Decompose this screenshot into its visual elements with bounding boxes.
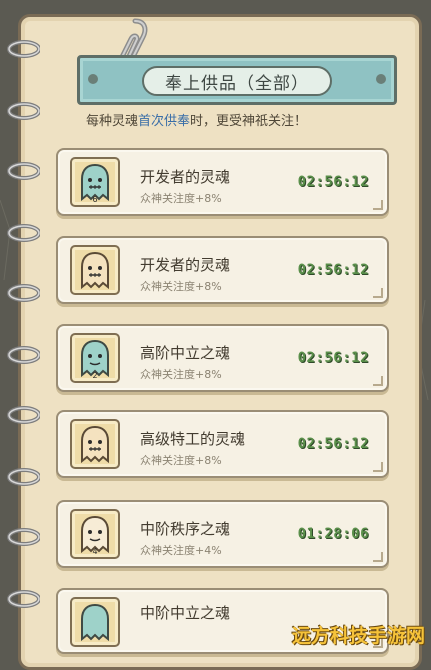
binder-ring-icon [7,346,40,364]
ghost-soul-icon [81,603,109,642]
countdown-timer: 02:56:12 [297,350,369,366]
countdown-timer: 02:56:12 [297,436,369,452]
soul-icon-frame [70,419,120,469]
soul-name: 中阶秩序之魂 [140,520,231,538]
binder-ring-icon [7,528,40,546]
binder-ring-icon [7,224,40,242]
soul-icon-frame: 6 [70,157,120,207]
soul-name: 高阶中立之魂 [140,344,231,362]
binder-ring-icon [7,590,40,608]
title-banner: 奉上供品（全部） [77,55,397,105]
svg-text:4: 4 [92,547,97,555]
offering-card[interactable]: 2 高阶中立之魂 众神关注度+8% 02:56:12 [56,324,389,392]
binder-ring-icon [7,102,40,120]
soul-name: 中阶中立之魂 [140,604,231,622]
hint-highlight: 首次供奉 [138,114,191,129]
binder-ring-icon [7,162,40,180]
ghost-soul-icon: 2 [81,339,109,379]
attention-bonus: 众神关注度+8% [140,192,222,205]
binder-ring-icon [7,40,40,58]
attention-bonus: 众神关注度+4% [140,544,222,557]
attention-bonus: 众神关注度+8% [140,368,222,381]
soul-name: 开发者的灵魂 [140,168,231,186]
soul-icon-frame [70,245,120,295]
svg-text:6: 6 [92,195,97,203]
countdown-timer: 01:28:06 [297,526,369,542]
offering-card[interactable]: 6 开发者的灵魂 众神关注度+8% 02:56:12 [56,148,389,216]
countdown-timer: 02:56:12 [297,262,369,278]
soul-icon-frame: 4 [70,509,120,559]
title-pill: 奉上供品（全部） [142,66,332,96]
attention-bonus: 众神关注度+8% [140,454,222,467]
offering-card[interactable]: 开发者的灵魂 众神关注度+8% 02:56:12 [56,236,389,304]
hint-text: 每种灵魂 [86,114,139,129]
binder-ring-icon [7,468,40,486]
hint-text: 时，更受神祇关注！ [190,114,308,129]
countdown-timer: 02:56:12 [297,174,369,190]
offering-card[interactable]: 高级特工的灵魂 众神关注度+8% 02:56:12 [56,410,389,478]
ghost-soul-icon: 6 [81,163,109,203]
soul-name: 开发者的灵魂 [140,256,231,274]
soul-icon-frame: 2 [70,333,120,383]
svg-text:2: 2 [92,371,97,379]
ghost-soul-icon: 4 [81,515,109,555]
soul-name: 高级特工的灵魂 [140,430,246,448]
binder-ring-icon [7,284,40,302]
site-watermark: 远方科技手游网 [291,625,425,647]
soul-icon-frame [70,597,120,647]
attention-bonus: 众神关注度+8% [140,280,222,293]
first-offering-hint: 每种灵魂首次供奉时，更受神祇关注！ [86,110,307,129]
page-title: 奉上供品（全部） [165,73,309,94]
binder-ring-icon [7,406,40,424]
offering-card[interactable]: 4 中阶秩序之魂 众神关注度+4% 01:28:06 [56,500,389,568]
ghost-soul-icon [81,425,109,464]
ghost-soul-icon [81,251,109,290]
